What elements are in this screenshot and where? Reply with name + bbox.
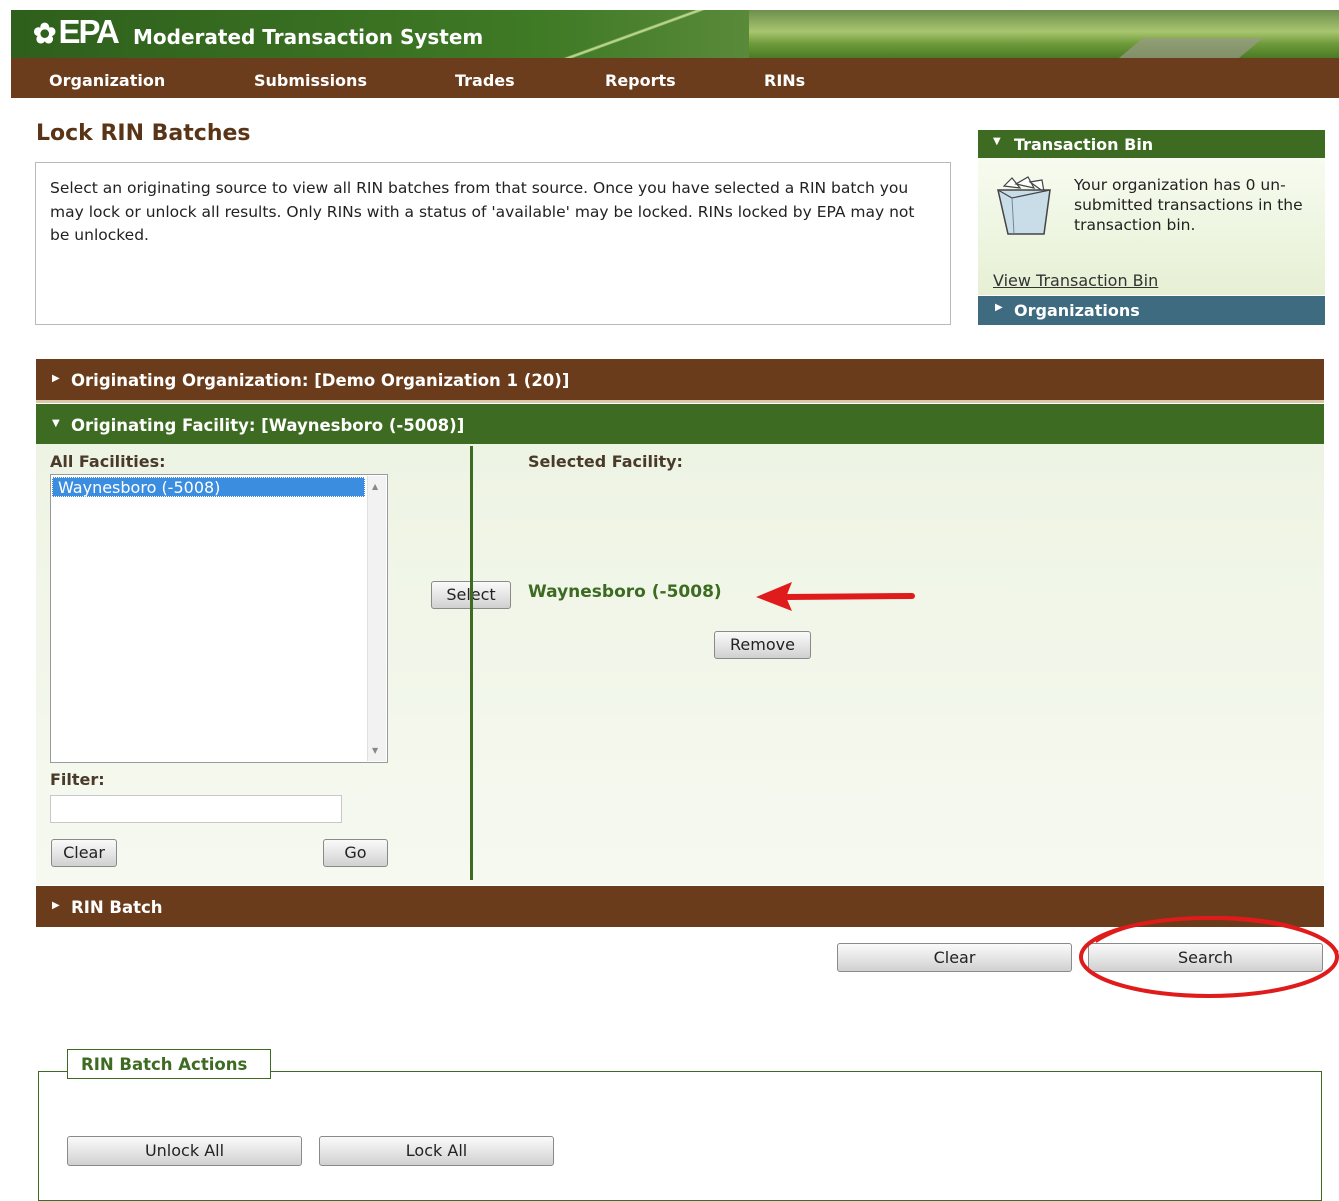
header-banner: ✿EPA Moderated Transaction System <box>11 10 1339 58</box>
transaction-bin-title: Transaction Bin <box>1014 135 1154 154</box>
scroll-down-icon[interactable]: ▼ <box>372 746 378 755</box>
epa-flower-icon: ✿ <box>33 18 57 49</box>
annotation-circle-icon <box>1079 915 1339 998</box>
unlock-all-button[interactable]: Unlock All <box>67 1136 302 1166</box>
transaction-bin-header[interactable]: ▼ Transaction Bin <box>978 130 1325 158</box>
annotation-arrow-icon <box>756 582 915 611</box>
filter-label: Filter: <box>50 770 105 789</box>
clear-button[interactable]: Clear <box>837 943 1072 972</box>
scrollbar[interactable]: ▲ ▼ <box>367 476 386 761</box>
organizations-panel-title: Organizations <box>1014 301 1140 320</box>
landscape-image <box>749 10 1339 58</box>
nav-organization[interactable]: Organization <box>49 71 165 90</box>
filter-go-button[interactable]: Go <box>323 839 388 867</box>
originating-facility-label: Originating Facility: [Waynesboro (-5008… <box>71 416 465 435</box>
intro-text: Select an originating source to view all… <box>50 179 915 244</box>
main-nav: Organization Submissions Trades Reports … <box>11 58 1339 98</box>
filter-input[interactable] <box>50 795 342 823</box>
epa-logo[interactable]: ✿EPA <box>33 13 120 51</box>
bin-icon <box>997 176 1051 235</box>
page-title: Lock RIN Batches <box>36 121 251 146</box>
transaction-bin-body: Your organization has 0 un-submitted tra… <box>978 158 1325 295</box>
nav-trades[interactable]: Trades <box>455 71 515 90</box>
facilities-listbox[interactable]: Waynesboro (-5008) ▲ ▼ <box>50 474 388 763</box>
remove-button[interactable]: Remove <box>714 631 811 659</box>
originating-organization-bar[interactable]: ▶ Originating Organization: [Demo Organi… <box>36 359 1324 403</box>
selected-facility-value: Waynesboro (-5008) <box>528 582 722 602</box>
nav-submissions[interactable]: Submissions <box>254 71 367 90</box>
nav-reports[interactable]: Reports <box>605 71 676 90</box>
filter-clear-button[interactable]: Clear <box>51 839 117 867</box>
lock-all-button[interactable]: Lock All <box>319 1136 554 1166</box>
rin-batch-actions-tab: RIN Batch Actions <box>67 1049 271 1079</box>
triangle-down-icon: ▼ <box>52 418 60 429</box>
rin-batch-label: RIN Batch <box>71 898 163 917</box>
organizations-panel-header[interactable]: ▶ Organizations <box>978 296 1325 325</box>
triangle-down-icon: ▼ <box>993 136 1001 147</box>
triangle-right-icon: ▶ <box>52 900 60 911</box>
transaction-bin-message: Your organization has 0 un-submitted tra… <box>1074 176 1303 234</box>
intro-box: Select an originating source to view all… <box>35 162 951 325</box>
view-transaction-bin-link[interactable]: View Transaction Bin <box>993 271 1158 290</box>
list-item[interactable]: Waynesboro (-5008) <box>52 477 365 497</box>
triangle-right-icon: ▶ <box>995 302 1003 313</box>
scroll-up-icon[interactable]: ▲ <box>372 482 378 491</box>
nav-rins[interactable]: RINs <box>764 71 805 90</box>
selected-facility-label: Selected Facility: <box>528 452 683 471</box>
panel-divider <box>470 446 473 880</box>
triangle-right-icon: ▶ <box>52 373 60 384</box>
app-title: Moderated Transaction System <box>133 25 484 49</box>
all-facilities-label: All Facilities: <box>50 452 166 471</box>
rin-batch-actions-title: RIN Batch Actions <box>81 1055 248 1074</box>
originating-organization-label: Originating Organization: [Demo Organiza… <box>71 371 570 390</box>
originating-facility-bar[interactable]: ▼ Originating Facility: [Waynesboro (-50… <box>36 404 1324 444</box>
